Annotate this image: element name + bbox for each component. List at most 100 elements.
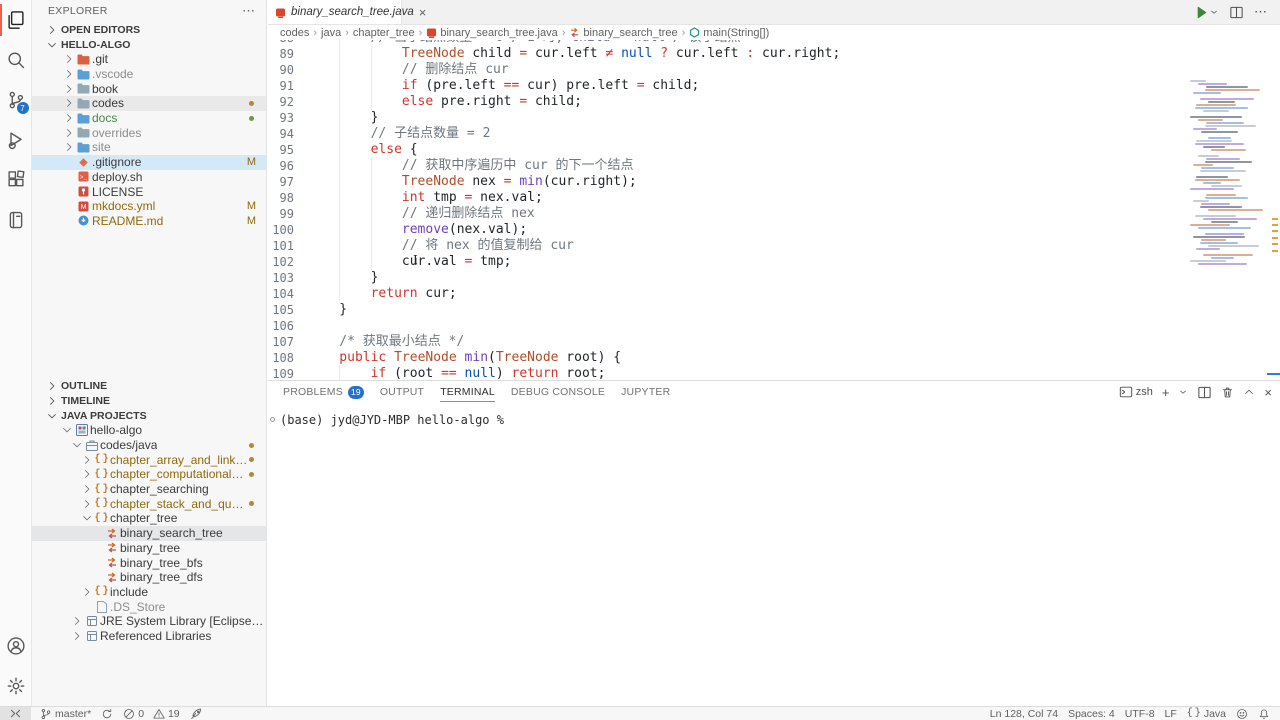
tab-close-icon[interactable]: × [419,6,427,19]
tree-item-binary_search_tree[interactable]: binary_search_tree [32,526,266,541]
tree-item-overrides[interactable]: overrides [32,125,266,140]
activity-account[interactable] [0,626,32,666]
panel-tab-output[interactable]: OUTPUT [380,381,424,403]
code-line-93[interactable]: 93 } [268,110,1280,126]
tree-item-.DS_Store[interactable]: .DS_Store [32,599,266,614]
git-branch-status[interactable]: master* [35,707,96,720]
terminal[interactable]: (base) jyd@JYD-MBP hello-algo % [268,403,1280,427]
tree-item-site[interactable]: site [32,140,266,155]
code-line-109[interactable]: 109 if (root == null) return root; [268,366,1280,380]
sync-button[interactable] [96,707,118,720]
tree-item-README.md[interactable]: README.mdM [32,214,266,229]
panel-tab-problems[interactable]: PROBLEMS19 [283,381,364,403]
tree-item-codesjava[interactable]: codes/java [32,438,266,453]
tree-item-include[interactable]: { } include [32,585,266,600]
code-line-91[interactable]: 91 if (pre.left == cur) pre.left = child… [268,78,1280,94]
section-open-editors[interactable]: OPEN EDITORS [32,22,266,37]
activity-notebook[interactable] [0,200,32,240]
notifications-bell[interactable] [1253,707,1280,720]
section-root-folder[interactable]: HELLO-ALGO [32,37,266,52]
minimap[interactable] [1190,80,1270,380]
tree-item-docs[interactable]: docs [32,111,266,126]
code-line-90[interactable]: 90 // 删除结点 cur [268,62,1280,78]
launch-status[interactable] [185,707,208,720]
panel-tab-jupyter[interactable]: JUPYTER [621,381,670,403]
tree-item-deploy.sh[interactable]: >_ deploy.sh [32,170,266,185]
terminal-dropdown-icon[interactable] [1178,387,1188,397]
indentation-status[interactable]: Spaces: 4 [1063,707,1120,720]
breadcrumb-5[interactable]: main(String[]) [689,27,769,39]
tree-item-hello-algo[interactable]: hello-algo [32,423,266,438]
tree-item-.git[interactable]: .git [32,52,266,67]
tree-item-chapter_searching[interactable]: { } chapter_searching [32,482,266,497]
kill-terminal-button[interactable] [1221,386,1234,399]
breadcrumb-0[interactable]: codes [280,27,309,39]
breadcrumb-4[interactable]: binary_search_tree [569,27,677,39]
code-line-101[interactable]: 101 // 将 nex 的值复制给 cur [268,238,1280,254]
activity-run-debug[interactable] [0,120,32,160]
code-line-99[interactable]: 99 // 递归删除结点 nex [268,206,1280,222]
section-outline[interactable]: OUTLINE [32,378,266,393]
tree-item-chapter_array_and_linkedlist[interactable]: { } chapter_array_and_linkedlist [32,452,266,467]
terminal-shell-selector[interactable]: zsh [1119,385,1153,399]
activity-source-control[interactable]: 7 [0,80,32,120]
tab-binary-search-tree[interactable]: binary_search_tree.java × [268,0,402,24]
remote-indicator[interactable] [0,707,31,720]
eol-status[interactable]: LF [1160,707,1182,720]
cursor-position[interactable]: Ln 128, Col 74 [985,707,1063,720]
encoding-status[interactable]: UTF-8 [1120,707,1160,720]
code-line-100[interactable]: 100 remove(nex.val); [268,222,1280,238]
activity-explorer[interactable] [0,0,32,40]
code-line-103[interactable]: 103 } [268,270,1280,286]
code-line-89[interactable]: 89 TreeNode child = cur.left ≠ null ? cu… [268,46,1280,62]
tree-item-chapter_tree[interactable]: { } chapter_tree [32,511,266,526]
tree-item-.vscode[interactable]: .vscode [32,67,266,82]
breadcrumb-2[interactable]: chapter_tree [353,27,415,39]
tree-item-LICENSE[interactable]: LICENSE [32,184,266,199]
breadcrumb-1[interactable]: java [321,27,341,39]
code-line-96[interactable]: 96 // 获取中序遍历中 cur 的下一个结点 [268,158,1280,174]
tree-item-codes[interactable]: codes [32,96,266,111]
tree-item-.gitignore[interactable]: .gitignoreM [32,155,266,170]
problems-status[interactable]: 0 19 [118,707,184,720]
tree-item-chapter_stack_and_queue[interactable]: { } chapter_stack_and_queue [32,496,266,511]
feedback-button[interactable] [1231,707,1253,720]
tree-item-binary_tree_bfs[interactable]: binary_tree_bfs [32,555,266,570]
code-line-95[interactable]: 95 else { [268,142,1280,158]
code-line-108[interactable]: 108 public TreeNode min(TreeNode root) { [268,350,1280,366]
tree-item-book[interactable]: book [32,81,266,96]
section-java-projects[interactable]: JAVA PROJECTS [32,408,266,423]
code-editor[interactable]: 88 // 当子结点数量 = 0 / 1 时, child = null / 该… [268,40,1280,380]
split-terminal-button[interactable] [1197,385,1212,400]
breadcrumb-3[interactable]: binary_search_tree.java [426,27,557,39]
tree-item-JRESystemLibraryEclipseTemurin1717...[interactable]: JRE System Library [Eclipse Temurin 17 [… [32,614,266,629]
code-line-107[interactable]: 107 /* 获取最小结点 */ [268,334,1280,350]
editor-more-actions-icon[interactable]: ⋯ [1254,4,1268,20]
explorer-more-actions-icon[interactable]: ⋯ [242,3,256,19]
run-button[interactable] [1194,5,1219,20]
maximize-panel-button[interactable] [1243,386,1255,398]
code-line-97[interactable]: 97 TreeNode nex = min(cur.right); [268,174,1280,190]
code-line-102[interactable]: 102 cur.val = tmp; [268,254,1280,270]
activity-search[interactable] [0,40,32,80]
code-line-92[interactable]: 92 else pre.right = child; [268,94,1280,110]
language-status[interactable]: { }Java [1182,707,1231,720]
panel-tab-debug-console[interactable]: DEBUG CONSOLE [511,381,605,403]
code-line-94[interactable]: 94 // 子结点数量 = 2 [268,126,1280,142]
tree-item-chapter_computational_complexity[interactable]: { } chapter_computational_complexity [32,467,266,482]
tree-item-mkdocs.yml[interactable]: M mkdocs.ymlM [32,199,266,214]
section-timeline[interactable]: TIMELINE [32,393,266,408]
tree-item-ReferencedLibraries[interactable]: Referenced Libraries [32,629,266,644]
code-line-98[interactable]: 98 int tmp = nex.val; [268,190,1280,206]
tree-item-binary_tree[interactable]: binary_tree [32,541,266,556]
code-line-106[interactable]: 106 [268,318,1280,334]
split-editor-button[interactable] [1229,5,1244,20]
close-panel-button[interactable]: × [1264,386,1272,399]
code-line-104[interactable]: 104 return cur; [268,286,1280,302]
code-line-105[interactable]: 105 } [268,302,1280,318]
activity-extensions[interactable] [0,160,32,200]
activity-settings[interactable] [0,666,32,706]
tree-item-binary_tree_dfs[interactable]: binary_tree_dfs [32,570,266,585]
panel-tab-terminal[interactable]: TERMINAL [440,381,495,403]
new-terminal-button[interactable]: + [1162,386,1170,399]
